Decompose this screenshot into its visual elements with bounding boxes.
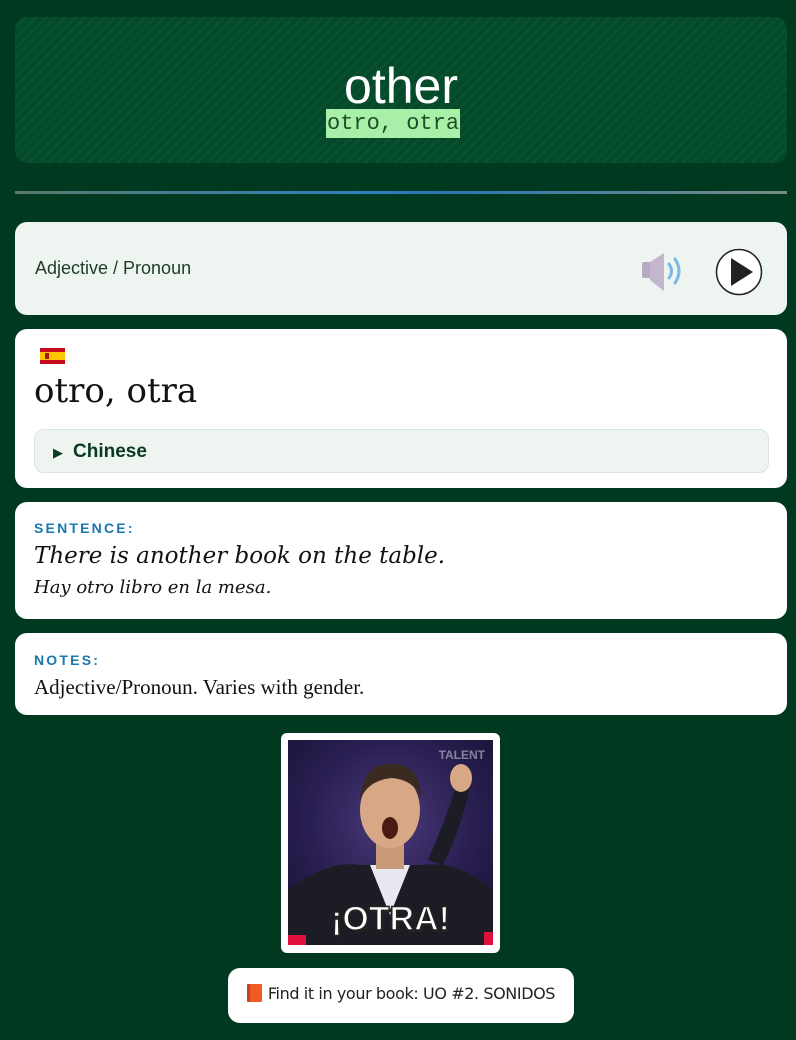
disclosure-triangle-icon: ▶	[53, 445, 63, 460]
details-label: Chinese	[73, 441, 147, 462]
notes-label: NOTES:	[34, 652, 101, 668]
gif-watermark: TALENT	[438, 748, 485, 762]
notes-text: Adjective/Pronoun. Varies with gender.	[34, 675, 365, 699]
notes-card: NOTES: Adjective/Pronoun. Varies with ge…	[15, 633, 787, 715]
find-in-book-button[interactable]: Find it in your book: UO #2. SONIDOS	[228, 968, 574, 1023]
find-in-book-text: Find it in your book: UO #2. SONIDOS	[228, 984, 574, 1003]
reaction-gif: TALENT ¡OTRA!	[288, 740, 493, 945]
book-icon	[246, 984, 262, 1002]
sentence-card: SENTENCE: There is another book on the t…	[15, 502, 787, 619]
highlighted-translation: otro, otra	[326, 109, 461, 138]
translation-card: otro, otra ▶ Chinese	[15, 329, 787, 488]
sentence-english: There is another book on the table.	[34, 543, 446, 569]
spain-flag-icon	[40, 348, 65, 364]
part-of-speech-card: Adjective / Pronoun	[15, 222, 787, 315]
headword: other	[344, 58, 458, 114]
find-in-book-label: Find it in your book: UO #2. SONIDOS	[267, 984, 556, 1003]
divider	[15, 191, 787, 194]
sentence-spanish: Hay otro libro en la mesa.	[34, 577, 272, 598]
sentence-label: SENTENCE:	[34, 520, 135, 536]
speaker-icon[interactable]	[640, 252, 688, 292]
target-word: otro, otra	[34, 371, 198, 411]
word-header: other otro, otra	[15, 17, 787, 163]
gif-caption: ¡OTRA!	[330, 899, 450, 939]
gif-frame: TALENT ¡OTRA!	[281, 733, 500, 953]
chinese-details-toggle[interactable]: ▶ Chinese	[34, 429, 769, 473]
part-of-speech: Adjective / Pronoun	[35, 258, 192, 278]
play-icon[interactable]	[715, 248, 763, 296]
